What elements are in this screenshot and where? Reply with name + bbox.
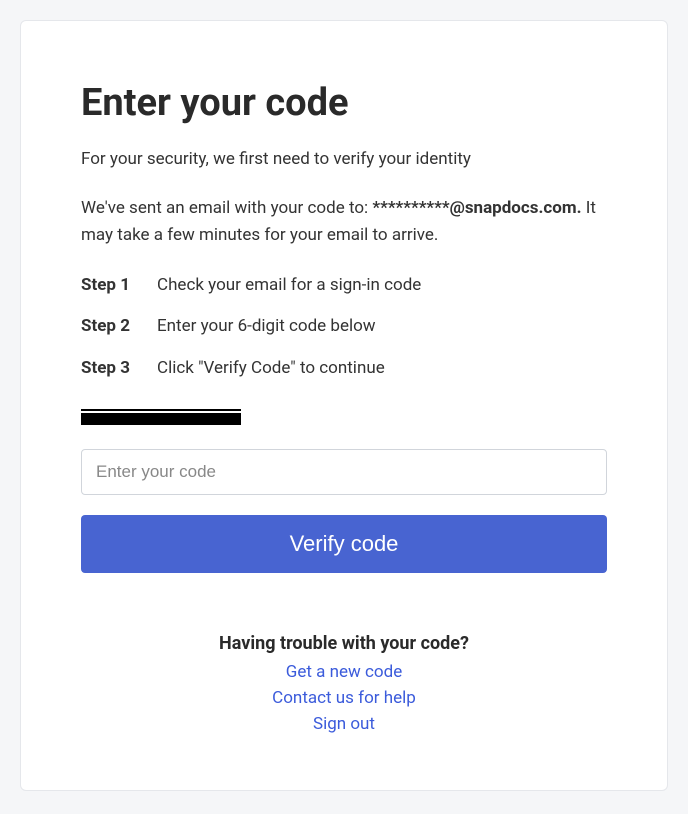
page-title: Enter your code	[81, 81, 607, 125]
email-prefix: We've sent an email with your code to:	[81, 198, 372, 218]
verification-card: Enter your code For your security, we fi…	[20, 20, 668, 791]
help-title: Having trouble with your code?	[81, 633, 607, 654]
step-label: Step 1	[81, 273, 157, 299]
subtitle-text: For your security, we first need to veri…	[81, 147, 607, 173]
contact-us-link[interactable]: Contact us for help	[81, 688, 607, 708]
masked-email: **********@snapdocs.com.	[372, 198, 581, 218]
step-row: Step 3 Click "Verify Code" to continue	[81, 356, 607, 382]
step-text: Enter your 6-digit code below	[157, 314, 607, 340]
code-input[interactable]	[81, 449, 607, 495]
step-label: Step 2	[81, 314, 157, 340]
step-row: Step 2 Enter your 6-digit code below	[81, 314, 607, 340]
step-row: Step 1 Check your email for a sign-in co…	[81, 273, 607, 299]
email-info-text: We've sent an email with your code to: *…	[81, 195, 607, 249]
get-new-code-link[interactable]: Get a new code	[81, 662, 607, 682]
steps-list: Step 1 Check your email for a sign-in co…	[81, 273, 607, 382]
redacted-label	[81, 413, 241, 425]
step-text: Check your email for a sign-in code	[157, 273, 607, 299]
step-label: Step 3	[81, 356, 157, 382]
verify-code-button[interactable]: Verify code	[81, 515, 607, 573]
sign-out-link[interactable]: Sign out	[81, 714, 607, 734]
step-text: Click "Verify Code" to continue	[157, 356, 607, 382]
help-section: Having trouble with your code? Get a new…	[81, 633, 607, 734]
